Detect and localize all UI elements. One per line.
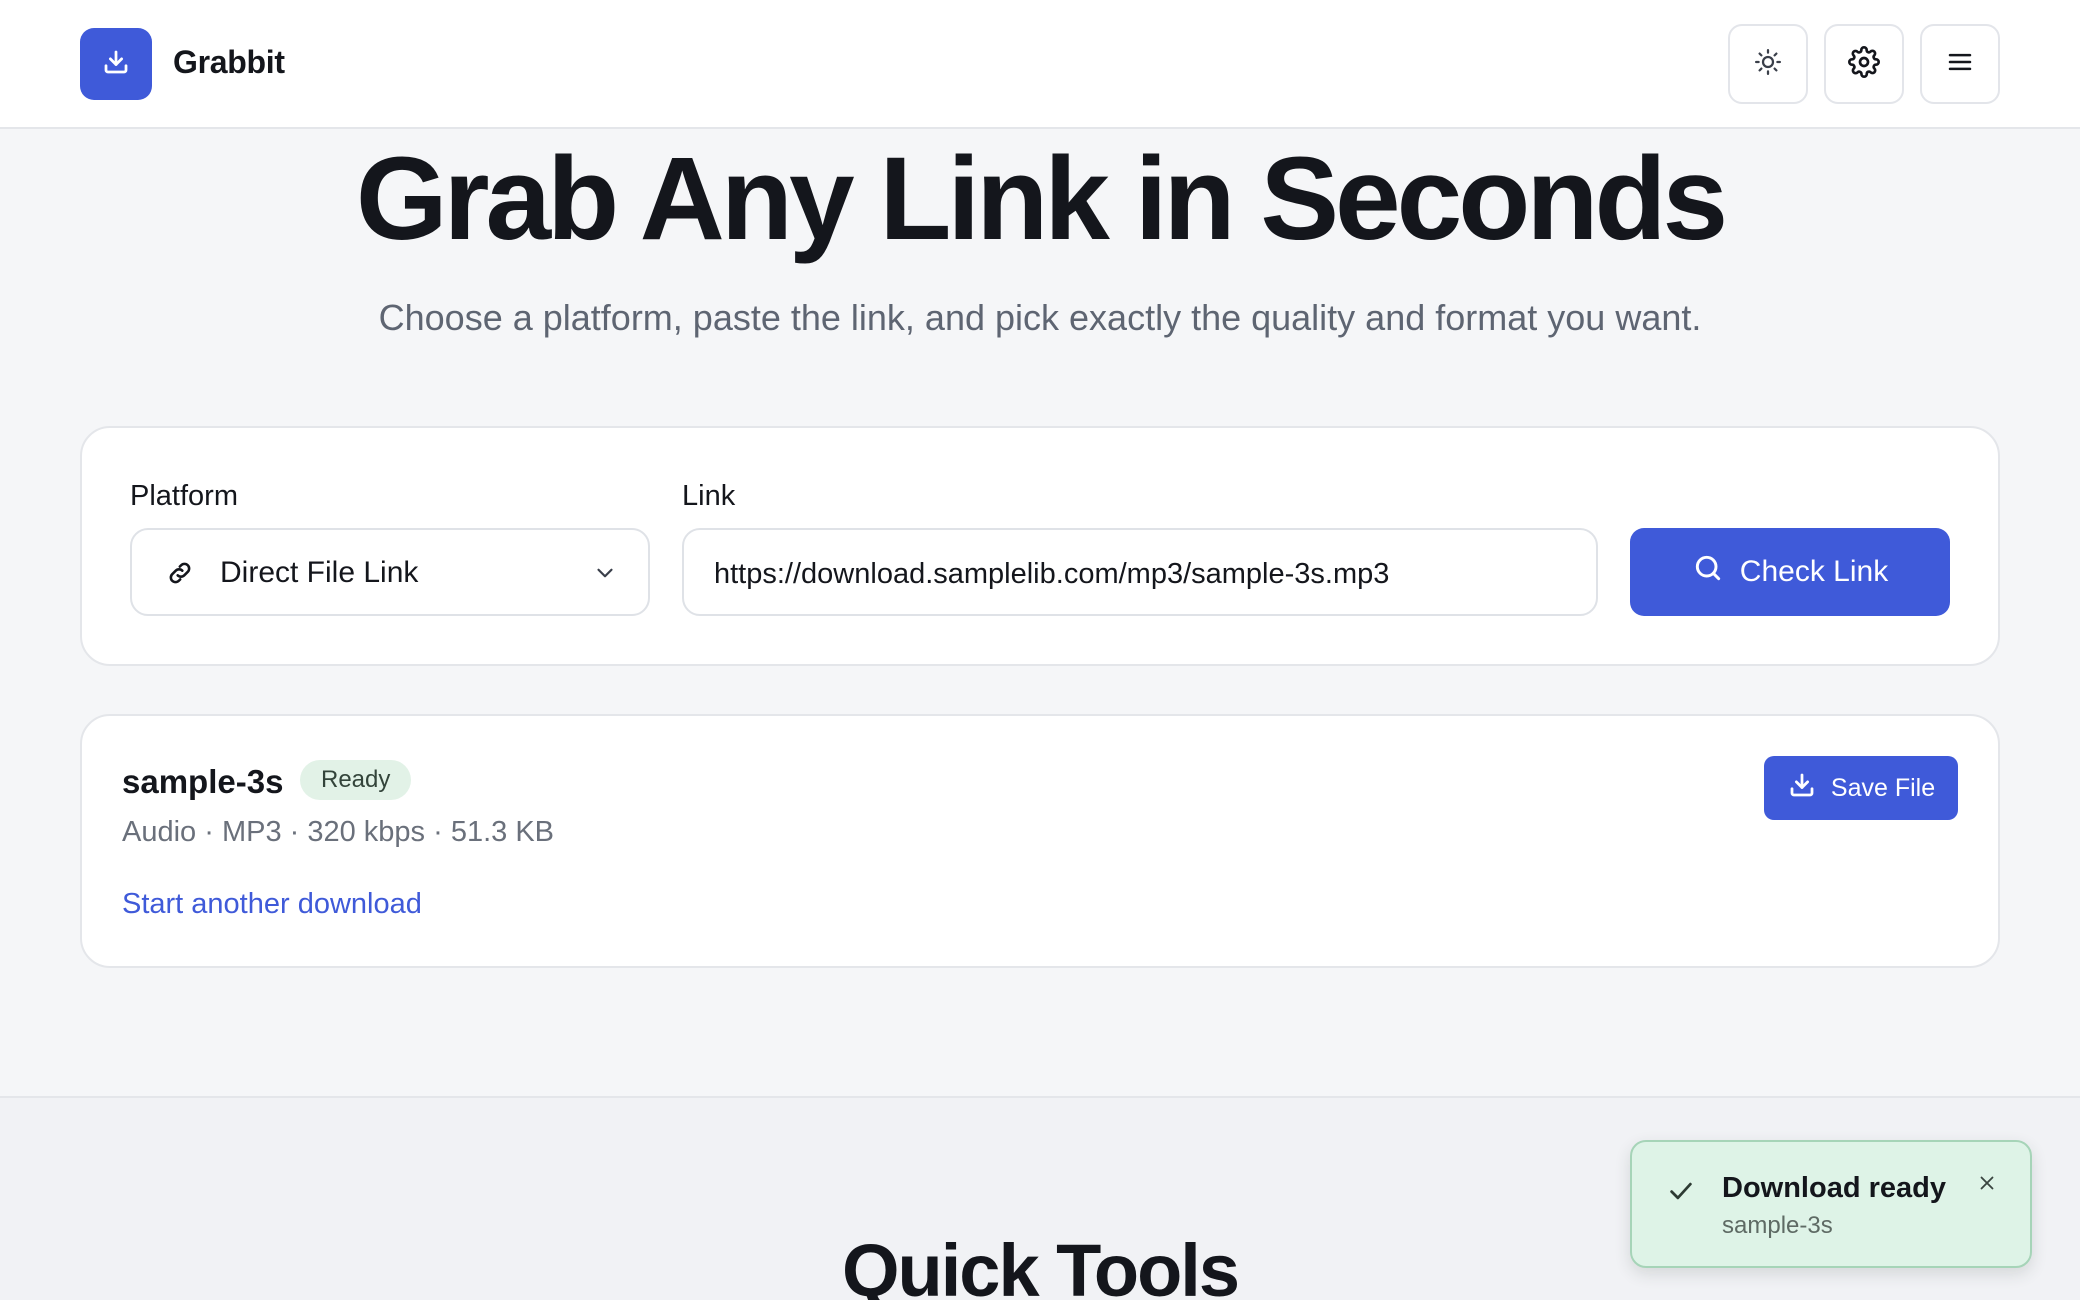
menu-icon	[1945, 47, 1975, 82]
toast-subtitle: sample-3s	[1722, 1212, 1833, 1239]
platform-select-value: Direct File Link	[220, 556, 419, 589]
hero-title: Grab Any Link in Seconds	[355, 133, 1728, 265]
status-badge: Ready	[300, 760, 412, 800]
platform-label: Platform	[130, 480, 238, 512]
chevron-down-icon	[592, 560, 618, 591]
save-file-label: Save File	[1830, 773, 1936, 802]
check-link-label: Check Link	[1739, 555, 1889, 588]
gear-icon	[1848, 45, 1880, 83]
menu-button[interactable]	[1920, 24, 2000, 104]
download-icon	[1787, 770, 1817, 807]
file-name: sample-3s	[122, 763, 284, 800]
check-icon	[1666, 1176, 1696, 1211]
top-header: Grabbit	[0, 0, 2080, 129]
app-logo[interactable]	[80, 28, 152, 100]
link-input[interactable]: https://download.samplelib.com/mp3/sampl…	[682, 528, 1598, 616]
check-link-button[interactable]: Check Link	[1630, 528, 1950, 616]
toast-title: Download ready	[1722, 1172, 1946, 1204]
sun-icon	[1753, 47, 1783, 82]
close-icon[interactable]	[1972, 1168, 2002, 1198]
page: Grabbit Grab Any Link in Seconds Choose …	[0, 0, 2080, 1300]
download-icon	[101, 47, 131, 82]
file-meta: Audio · MP3 · 320 kbps · 51.3 KB	[122, 816, 554, 848]
link-icon	[166, 559, 194, 592]
link-label: Link	[682, 480, 736, 512]
toast-notification: Download ready sample-3s	[1630, 1140, 2032, 1268]
platform-select[interactable]: Direct File Link	[130, 528, 650, 616]
save-file-button[interactable]: Save File	[1764, 756, 1958, 820]
link-input-value: https://download.samplelib.com/mp3/sampl…	[714, 558, 1390, 590]
start-another-download-link[interactable]: Start another download	[122, 886, 422, 922]
settings-button[interactable]	[1824, 24, 1904, 104]
theme-toggle-button[interactable]	[1728, 24, 1808, 104]
hero-subtitle: Choose a platform, paste the link, and p…	[378, 297, 1702, 338]
brand-name: Grabbit	[173, 44, 285, 80]
search-icon	[1692, 552, 1724, 592]
